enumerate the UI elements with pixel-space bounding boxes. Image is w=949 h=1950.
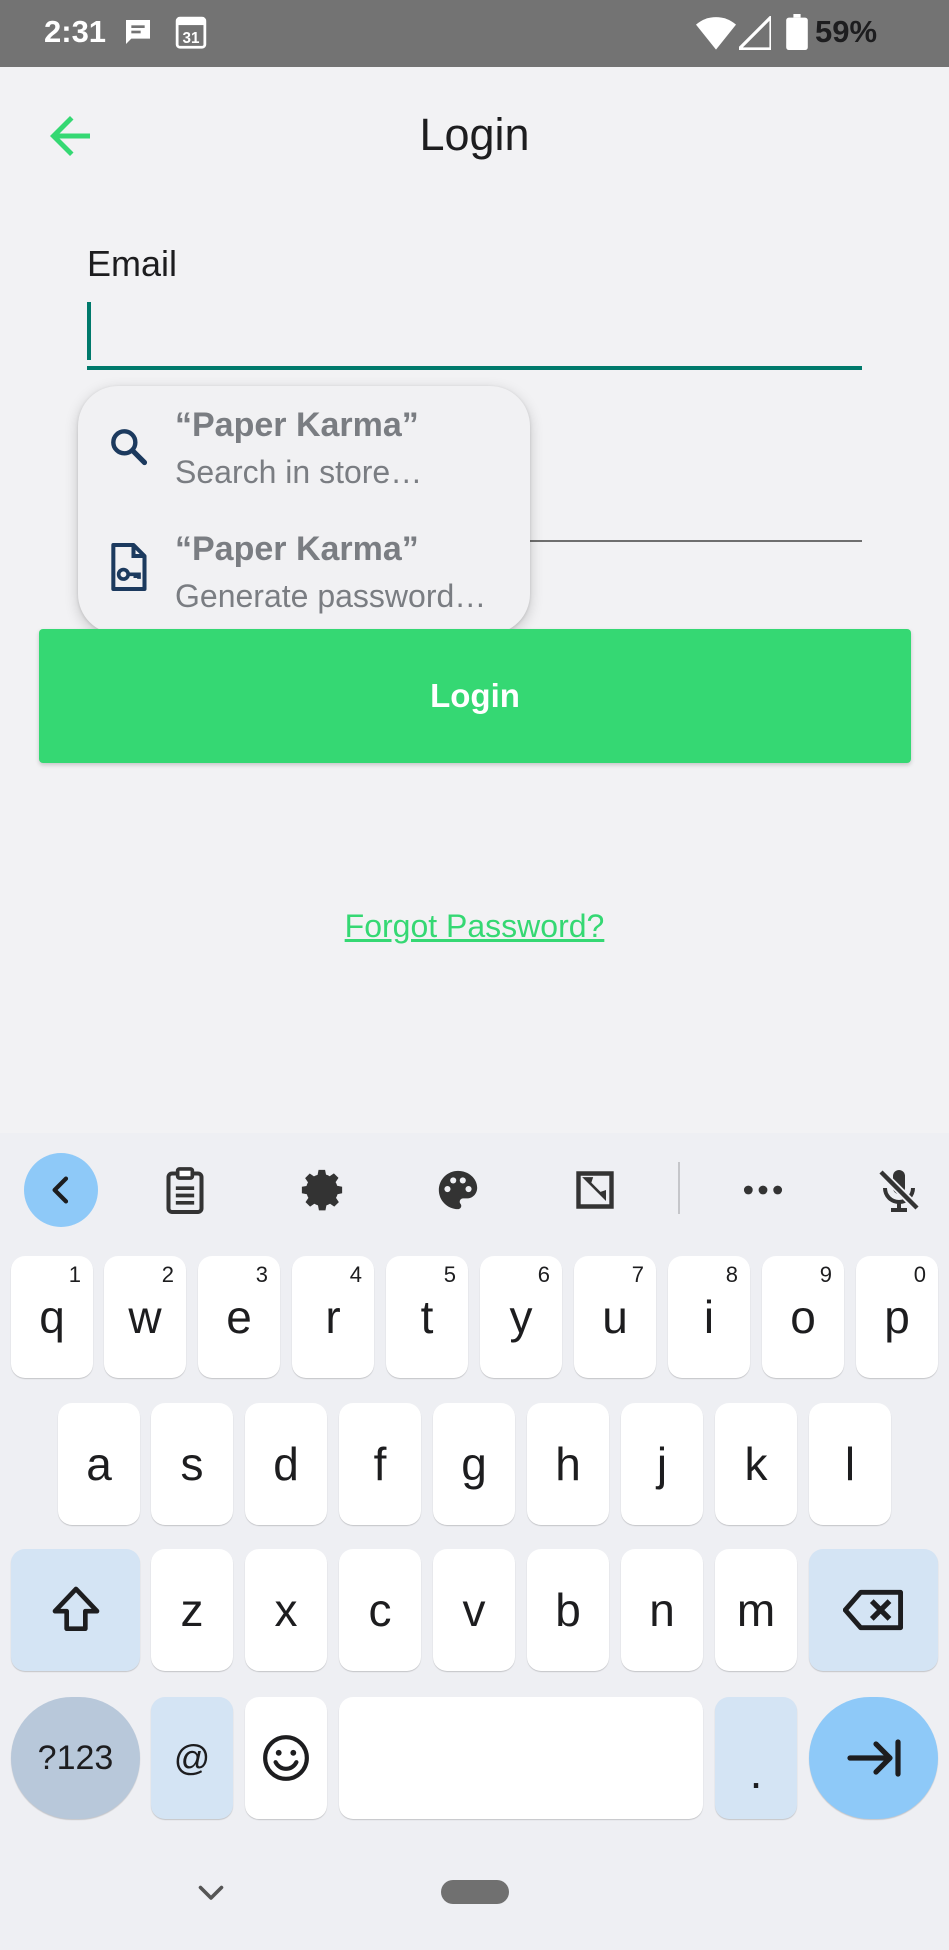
key-k[interactable]: k	[715, 1403, 797, 1525]
key-hint: 5	[443, 1262, 456, 1287]
key-label: q	[39, 1291, 65, 1343]
key-t[interactable]: t5	[386, 1256, 468, 1378]
gear-icon	[301, 1169, 343, 1211]
key-hint: 7	[631, 1262, 644, 1287]
shift-key[interactable]	[11, 1549, 140, 1671]
period-key[interactable]: .	[715, 1697, 797, 1819]
key-n[interactable]: n	[621, 1549, 703, 1671]
key-v[interactable]: v	[433, 1549, 515, 1671]
battery-icon	[786, 14, 808, 50]
key-label: e	[226, 1291, 252, 1343]
key-g[interactable]: g	[433, 1403, 515, 1525]
key-hint: 6	[537, 1262, 550, 1287]
status-time: 2:31	[44, 14, 107, 49]
backspace-icon	[842, 1589, 903, 1631]
key-l[interactable]: l	[809, 1403, 891, 1525]
key-hint: 3	[255, 1262, 268, 1287]
key-x[interactable]: x	[245, 1549, 327, 1671]
key-label: p	[884, 1291, 910, 1343]
key-e[interactable]: e3	[198, 1256, 280, 1378]
key-label: o	[790, 1291, 816, 1343]
message-notification-icon	[126, 20, 150, 44]
key-label: i	[703, 1291, 715, 1343]
hide-keyboard-chevron-icon[interactable]	[193, 1874, 229, 1910]
shift-icon	[52, 1586, 99, 1631]
chevron-left-icon	[52, 1176, 69, 1204]
cell-signal-icon	[739, 16, 771, 50]
key-q[interactable]: q1	[11, 1256, 93, 1378]
key-hint: 1	[68, 1262, 81, 1287]
key-f[interactable]: f	[339, 1403, 421, 1525]
key-y[interactable]: y6	[480, 1256, 562, 1378]
palette-icon	[438, 1170, 478, 1210]
password-key-icon	[111, 542, 147, 592]
key-label: u	[602, 1291, 628, 1343]
theme-button[interactable]	[421, 1153, 495, 1227]
emoji-key[interactable]	[245, 1697, 327, 1819]
email-input[interactable]	[87, 296, 862, 370]
key-z[interactable]: z	[151, 1549, 233, 1671]
tab-next-icon	[846, 1739, 901, 1777]
key-j[interactable]: j	[621, 1403, 703, 1525]
clipboard-icon	[166, 1167, 204, 1214]
autofill-item-subtitle: Generate password…	[175, 578, 487, 614]
key-hint: 2	[161, 1262, 174, 1287]
floating-keyboard-button[interactable]	[558, 1153, 632, 1227]
home-gesture-pill[interactable]	[441, 1880, 509, 1904]
key-c[interactable]: c	[339, 1549, 421, 1671]
keyboard-collapse-toolbar-button[interactable]	[24, 1153, 98, 1227]
key-hint: 4	[349, 1262, 362, 1287]
voice-input-button[interactable]	[862, 1153, 936, 1227]
key-u[interactable]: u7	[574, 1256, 656, 1378]
autofill-generate-password-item[interactable]: “Paper Karma” Generate password…	[78, 510, 530, 634]
more-options-button[interactable]	[726, 1153, 800, 1227]
calendar-notification-icon: 31	[175, 16, 207, 49]
login-button[interactable]: Login	[39, 629, 911, 763]
page-title: Login	[419, 109, 530, 160]
forgot-password-link[interactable]: Forgot Password?	[0, 908, 949, 945]
key-p[interactable]: p0	[856, 1256, 938, 1378]
next-field-key[interactable]	[809, 1697, 938, 1819]
clipboard-button[interactable]	[148, 1153, 222, 1227]
svg-text:31: 31	[183, 30, 200, 47]
battery-percent: 59%	[815, 14, 878, 49]
key-hint: 8	[725, 1262, 738, 1287]
backspace-key[interactable]	[809, 1549, 938, 1671]
symbols-key[interactable]: ?123	[11, 1697, 140, 1819]
autofill-popup: “Paper Karma” Search in store… “Paper Ka…	[78, 386, 530, 634]
key-i[interactable]: i8	[668, 1256, 750, 1378]
key-w[interactable]: w2	[104, 1256, 186, 1378]
resize-keyboard-icon	[576, 1171, 614, 1209]
key-s[interactable]: s	[151, 1403, 233, 1525]
text-cursor	[87, 302, 91, 360]
mic-off-icon	[878, 1169, 920, 1212]
key-hint: 9	[819, 1262, 832, 1287]
toolbar-divider	[678, 1162, 680, 1214]
wifi-icon	[696, 17, 736, 50]
key-m[interactable]: m	[715, 1549, 797, 1671]
key-d[interactable]: d	[245, 1403, 327, 1525]
key-r[interactable]: r4	[292, 1256, 374, 1378]
keyboard-settings-button[interactable]	[285, 1153, 359, 1227]
email-label: Email	[87, 243, 178, 284]
emoji-icon	[263, 1735, 309, 1781]
key-h[interactable]: h	[527, 1403, 609, 1525]
more-horizontal-icon	[743, 1185, 783, 1195]
autofill-item-subtitle: Search in store…	[175, 454, 423, 490]
key-label: w	[128, 1291, 162, 1343]
autofill-search-store-item[interactable]: “Paper Karma” Search in store…	[78, 386, 530, 510]
key-label: t	[420, 1291, 434, 1343]
space-key[interactable]	[339, 1697, 703, 1819]
key-hint: 0	[913, 1262, 926, 1287]
key-label: y	[509, 1291, 533, 1343]
autofill-item-title: “Paper Karma”	[175, 406, 419, 444]
key-b[interactable]: b	[527, 1549, 609, 1671]
at-key[interactable]: @	[151, 1697, 233, 1819]
key-a[interactable]: a	[58, 1403, 140, 1525]
autofill-item-title: “Paper Karma”	[175, 530, 419, 568]
key-o[interactable]: o9	[762, 1256, 844, 1378]
search-icon	[111, 429, 148, 466]
key-label: r	[325, 1291, 341, 1343]
